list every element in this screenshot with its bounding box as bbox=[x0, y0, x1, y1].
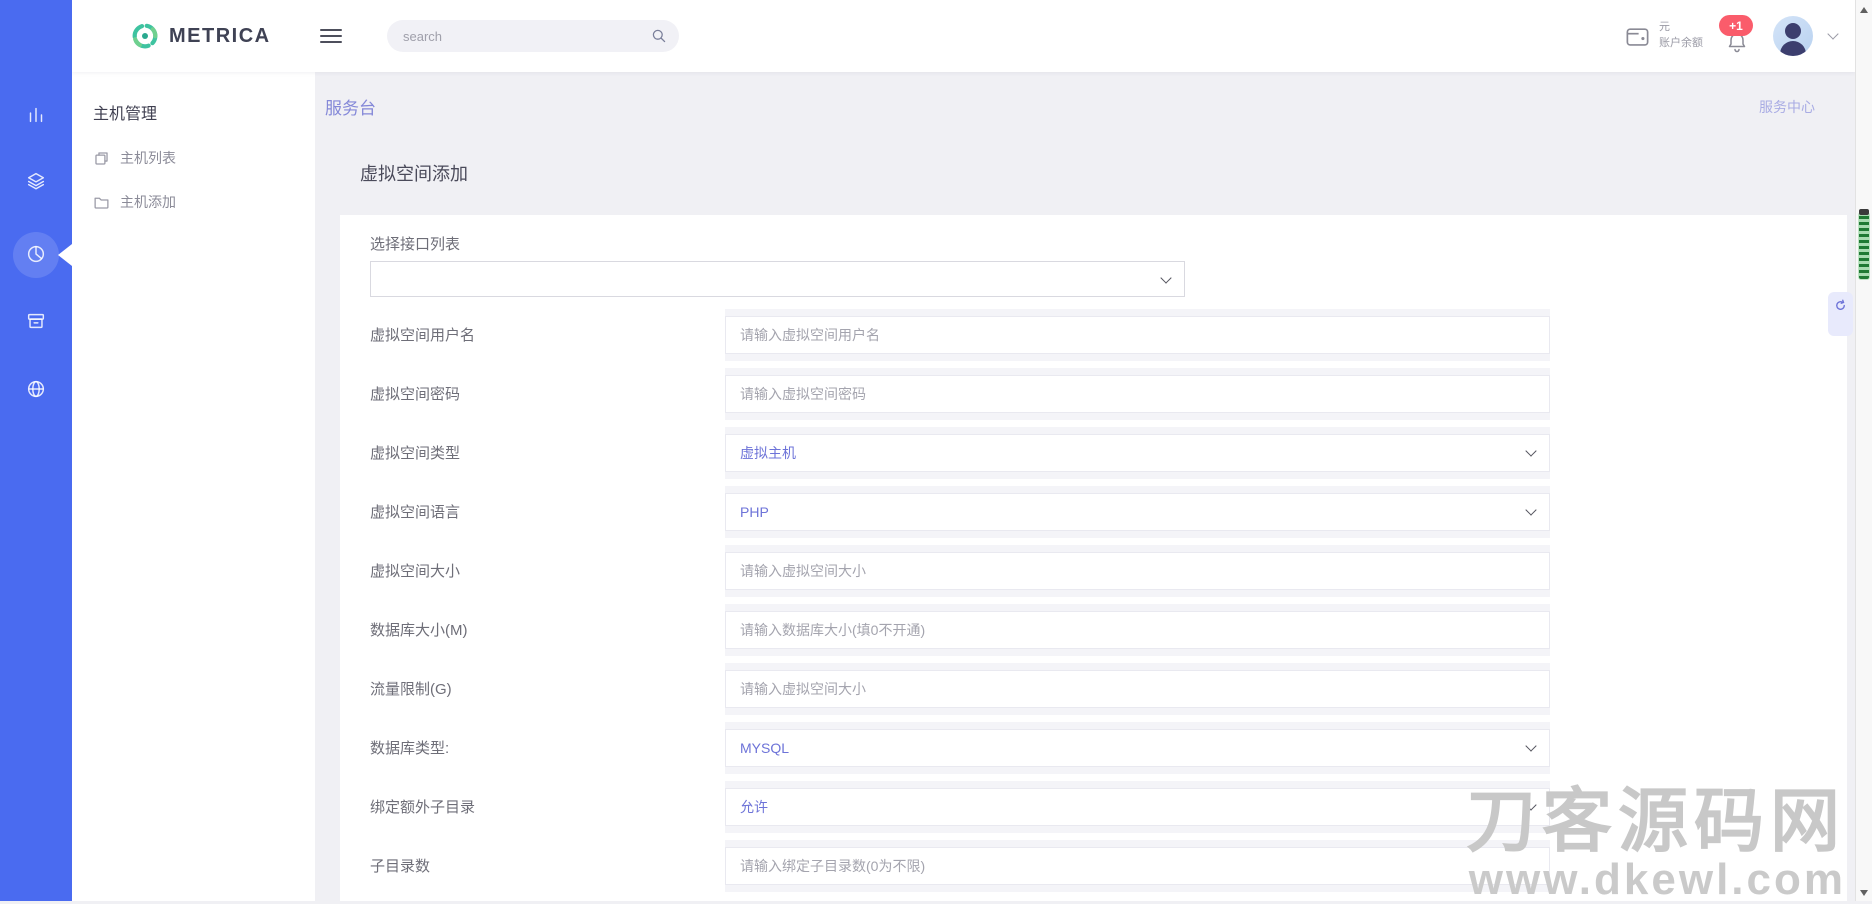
scrollbar-down-arrow[interactable] bbox=[1860, 890, 1868, 896]
field-label: 虚拟空间用户名 bbox=[370, 327, 476, 344]
form-row: 虚拟空间类型 虚拟主机 bbox=[370, 423, 1847, 482]
interface-list-select[interactable] bbox=[370, 261, 1185, 297]
space-password-input[interactable] bbox=[725, 374, 1550, 413]
search-icon[interactable] bbox=[651, 28, 667, 44]
form-rows: 虚拟空间用户名虚拟空间密码虚拟空间类型虚拟主机虚拟空间语言PHP虚拟空间大小数据… bbox=[370, 305, 1847, 895]
field-control-wrap: MYSQL bbox=[725, 721, 1550, 774]
balance-caption: 账户余额 bbox=[1659, 37, 1703, 49]
scrollbar-thumb-cap bbox=[1859, 209, 1869, 215]
select-value: MYSQL bbox=[740, 739, 790, 756]
pie-chart-icon[interactable] bbox=[25, 243, 47, 265]
service-center-link[interactable]: 服务中心 bbox=[1759, 97, 1815, 117]
sidebar-item-host-list[interactable]: 主机列表 bbox=[72, 148, 315, 168]
form-row: 子目录数 bbox=[370, 836, 1847, 895]
copy-icon bbox=[95, 151, 108, 165]
traffic-limit-input[interactable] bbox=[725, 669, 1550, 708]
field-label: 数据库大小(M) bbox=[370, 622, 468, 639]
top-header: METRICA 元 账户余额 +1 bbox=[72, 0, 1855, 72]
field-control-wrap bbox=[725, 367, 1550, 420]
field-label: 数据库类型: bbox=[370, 740, 450, 757]
field-label: 虚拟空间语言 bbox=[370, 504, 461, 521]
field-control-wrap: 允许 bbox=[725, 780, 1550, 833]
field-label: 虚拟空间密码 bbox=[370, 386, 461, 403]
field-label: 流量限制(G) bbox=[370, 681, 452, 698]
main-content: 服务台 服务中心 虚拟空间添加 选择接口列表 虚拟空间用户名虚拟空间密码虚拟空间… bbox=[315, 72, 1855, 901]
extra-subdirectory-select[interactable]: 允许 bbox=[725, 787, 1550, 826]
form-card: 选择接口列表 虚拟空间用户名虚拟空间密码虚拟空间类型虚拟主机虚拟空间语言PHP虚… bbox=[340, 215, 1847, 901]
field-label: 选择接口列表 bbox=[370, 236, 461, 253]
floating-widget[interactable] bbox=[1828, 292, 1853, 336]
sidebar-heading: 主机管理 bbox=[93, 106, 158, 123]
space-language-select[interactable]: PHP bbox=[725, 492, 1550, 531]
field-control-wrap: PHP bbox=[725, 485, 1550, 538]
database-size-input[interactable] bbox=[725, 610, 1550, 649]
subdirectory-count-input[interactable] bbox=[725, 846, 1550, 885]
field-label: 虚拟空间类型 bbox=[370, 445, 461, 462]
menu-toggle-icon[interactable] bbox=[320, 25, 342, 47]
breadcrumb: 服务台 服务中心 bbox=[325, 94, 1815, 119]
wallet-icon bbox=[1626, 27, 1649, 46]
field-control-wrap bbox=[725, 544, 1550, 597]
profile-chevron-down-icon[interactable] bbox=[1827, 28, 1839, 40]
select-value: 虚拟主机 bbox=[740, 444, 796, 461]
metrica-ring-icon bbox=[132, 23, 158, 49]
user-avatar[interactable] bbox=[1773, 16, 1813, 56]
chevron-down-icon bbox=[1525, 740, 1537, 752]
form-row: 虚拟空间密码 bbox=[370, 364, 1847, 423]
search-bar[interactable] bbox=[387, 20, 679, 52]
select-value: 允许 bbox=[740, 798, 768, 815]
chevron-down-icon bbox=[1525, 799, 1537, 811]
active-item-notch bbox=[58, 244, 72, 266]
form-row: 绑定额外子目录 允许 bbox=[370, 777, 1847, 836]
globe-icon[interactable] bbox=[25, 378, 47, 400]
bar-chart-icon[interactable] bbox=[25, 104, 47, 126]
select-value: PHP bbox=[740, 503, 769, 520]
notification-badge: +1 bbox=[1719, 15, 1753, 36]
field-control-wrap bbox=[725, 308, 1550, 361]
folder-icon bbox=[94, 197, 109, 209]
field-control-wrap: 虚拟主机 bbox=[725, 426, 1550, 479]
space-type-select[interactable]: 虚拟主机 bbox=[725, 433, 1550, 472]
form-row: 虚拟空间大小 bbox=[370, 541, 1847, 600]
search-input[interactable] bbox=[403, 28, 651, 44]
layers-icon[interactable] bbox=[25, 170, 47, 192]
chevron-down-icon bbox=[1525, 445, 1537, 457]
page-scrollbar[interactable] bbox=[1855, 0, 1872, 901]
page-title: 虚拟空间添加 bbox=[360, 164, 468, 184]
refresh-icon bbox=[1836, 299, 1845, 310]
sidebar-item-label: 主机添加 bbox=[120, 194, 176, 210]
account-balance[interactable]: 元 账户余额 bbox=[1624, 20, 1703, 52]
field-control-wrap bbox=[725, 662, 1550, 715]
sidebar-item-host-add[interactable]: 主机添加 bbox=[72, 192, 315, 212]
field-label: 子目录数 bbox=[370, 858, 431, 875]
scrollbar-up-arrow[interactable] bbox=[1860, 7, 1868, 13]
field-label: 虚拟空间大小 bbox=[370, 563, 461, 580]
space-username-input[interactable] bbox=[725, 315, 1550, 354]
field-label: 绑定额外子目录 bbox=[370, 799, 476, 816]
form-row: 虚拟空间语言 PHP bbox=[370, 482, 1847, 541]
field-control-wrap bbox=[725, 603, 1550, 656]
sidebar-item-label: 主机列表 bbox=[120, 150, 176, 166]
chevron-down-icon bbox=[1525, 504, 1537, 516]
breadcrumb-service-desk[interactable]: 服务台 bbox=[325, 94, 376, 119]
database-type-select[interactable]: MYSQL bbox=[725, 728, 1550, 767]
header-actions: 元 账户余额 +1 bbox=[1624, 13, 1855, 59]
scrollbar-thumb[interactable] bbox=[1858, 212, 1870, 280]
archive-icon[interactable] bbox=[25, 310, 47, 332]
form-row: 数据库大小(M) bbox=[370, 600, 1847, 659]
notifications-button[interactable]: +1 bbox=[1719, 13, 1757, 59]
form-row: 虚拟空间用户名 bbox=[370, 305, 1847, 364]
module-sidebar: 主机管理 主机列表 主机添加 bbox=[72, 72, 315, 901]
field-control-wrap bbox=[725, 839, 1550, 892]
brand-logo[interactable]: METRICA bbox=[72, 21, 316, 51]
form-row: 数据库类型: MYSQL bbox=[370, 718, 1847, 777]
brand-name: METRICA bbox=[169, 24, 271, 47]
space-size-input[interactable] bbox=[725, 551, 1550, 590]
icon-sidebar bbox=[0, 0, 72, 901]
chevron-down-icon bbox=[1160, 271, 1172, 284]
balance-unit: 元 bbox=[1659, 21, 1670, 34]
form-row: 流量限制(G) bbox=[370, 659, 1847, 718]
